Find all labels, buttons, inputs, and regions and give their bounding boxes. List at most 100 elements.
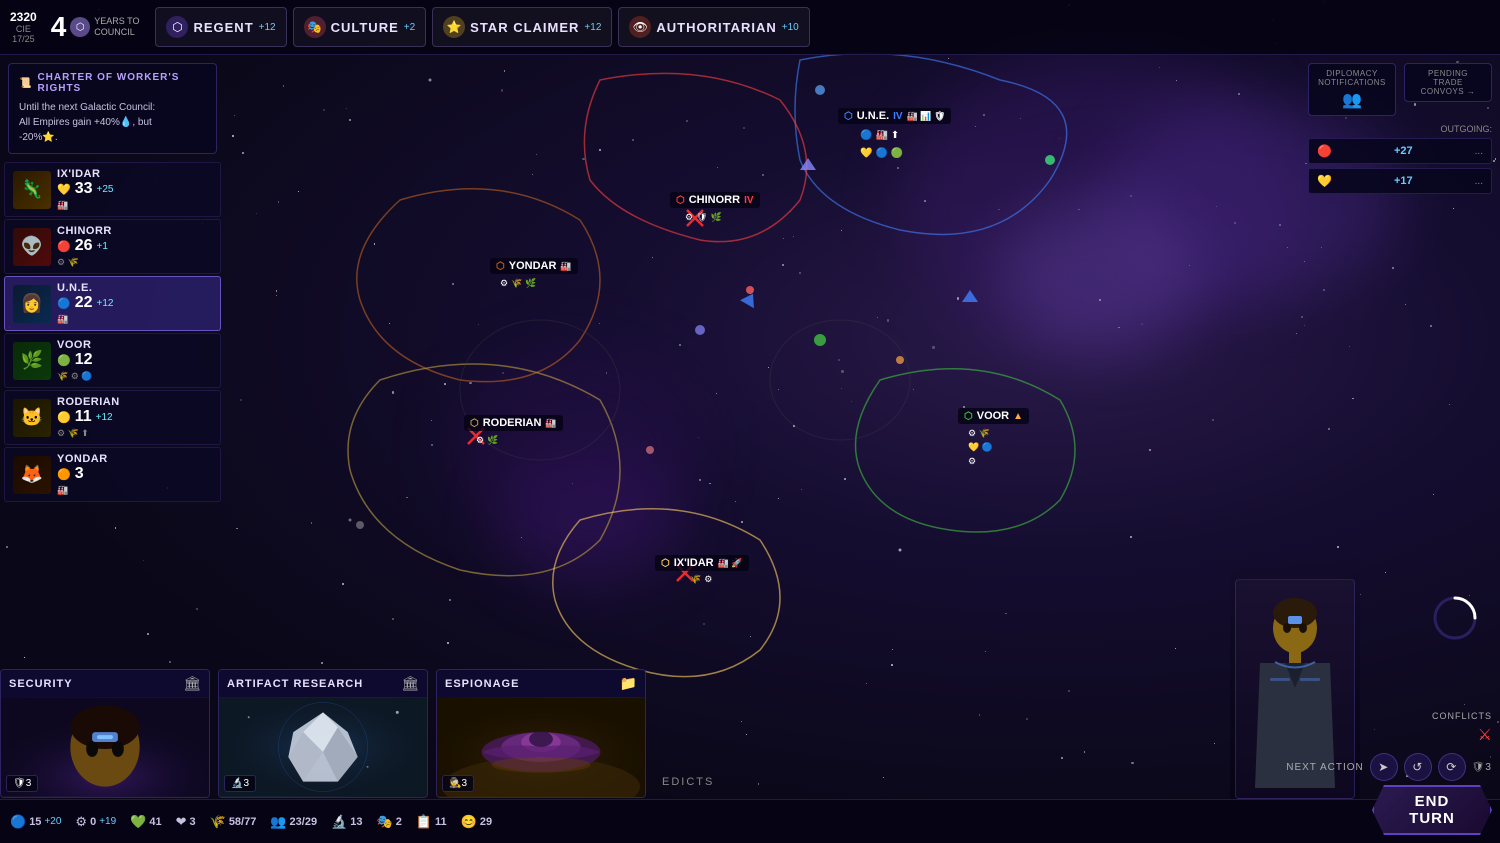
yondar-icons: ⚙🌾🌿 bbox=[500, 278, 537, 289]
refresh-btn[interactable]: ↺ bbox=[1404, 753, 1432, 781]
empire-voor[interactable]: 🌿 VOOR 🟢 12 🌾 ⚙ 🔵 bbox=[4, 333, 221, 388]
authoritarian-icon: 👁 bbox=[629, 16, 651, 38]
outgoing-label: OUTGOING: bbox=[1300, 124, 1500, 138]
stat-happiness[interactable]: 😊 29 bbox=[461, 814, 492, 830]
empire-ixidar[interactable]: 🦎 IX'IDAR 💛 33 +25 🏭 bbox=[4, 162, 221, 217]
conflicts-label: CONFLICTS bbox=[1432, 711, 1492, 721]
espionage-image: 🕵3 bbox=[437, 697, 645, 797]
star-claimer-icon: ⭐ bbox=[443, 16, 465, 38]
edicts-label: EDICTS bbox=[662, 776, 714, 788]
artifact-header-icon: 🏛 bbox=[401, 675, 419, 692]
map-label-une[interactable]: ⬡ U.N.E. IV 🏭 📊 🛡 bbox=[838, 108, 951, 124]
ixidar-info: IX'IDAR 💛 33 +25 🏭 bbox=[57, 168, 212, 211]
security-card[interactable]: SECURITY 🏛 bbox=[0, 669, 210, 798]
map-label-chinorr[interactable]: ⬡ CHINORR IV bbox=[670, 192, 760, 208]
ixidar-avatar: 🦎 bbox=[13, 171, 51, 209]
stat-credits[interactable]: 💚 41 bbox=[130, 814, 161, 830]
empire-list: 🦎 IX'IDAR 💛 33 +25 🏭 👽 CHINORR 🔴 bbox=[0, 162, 225, 502]
artifact-research-card[interactable]: ARTIFACT RESEARCH 🏛 bbox=[218, 669, 428, 798]
food-icon: 🌾 bbox=[210, 814, 226, 830]
artifact-header: ARTIFACT RESEARCH 🏛 bbox=[219, 670, 427, 697]
right-panel: DIPLOMACY NOTIFICATIONS 👥 PENDING TRADE … bbox=[1300, 55, 1500, 206]
credits-icon: 💚 bbox=[130, 814, 146, 830]
artifact-badge: 🔬3 bbox=[224, 775, 256, 792]
voor-icons: ⚙ 🌾 💛 🔵 ⚙ bbox=[968, 428, 993, 467]
empire-yondar[interactable]: 🦊 YONDAR 🟠 3 🏭 bbox=[4, 447, 221, 502]
roderian-info: RODERIAN 🟡 11 +12 ⚙ 🌾 ⬆ bbox=[57, 396, 212, 439]
faction-regent[interactable]: ⬡ REGENT +12 bbox=[155, 7, 286, 47]
empire-roderian[interactable]: 🐱 RODERIAN 🟡 11 +12 ⚙ 🌾 ⬆ bbox=[4, 390, 221, 445]
chinorr-info: CHINORR 🔴 26 +1 ⚙ 🌾 bbox=[57, 225, 212, 268]
culture-icon: 🎭 bbox=[304, 16, 326, 38]
voor-avatar: 🌿 bbox=[13, 342, 51, 380]
pending-trade-button[interactable]: PENDING TRADE CONVOYS → bbox=[1404, 63, 1492, 102]
une-icons2: 💛🔵🟢 bbox=[860, 148, 903, 159]
next-action-row: NEXT ACTION ➤ ↺ ⟳ 🛡3 bbox=[1286, 753, 1492, 781]
influence-icon: 🔵 bbox=[10, 814, 26, 830]
empire-chinorr[interactable]: 👽 CHINORR 🔴 26 +1 ⚙ 🌾 bbox=[4, 219, 221, 274]
stat-science[interactable]: 🔬 13 bbox=[331, 814, 362, 830]
espionage-card[interactable]: ESPIONAGE 📁 bbox=[436, 669, 646, 798]
une-icons: 🔵🏭⬆ bbox=[860, 130, 899, 141]
yondar-avatar: 🦊 bbox=[13, 456, 51, 494]
status-bar: 🔵 15 +20 ⚙ 0 +19 💚 41 ❤ 3 🌾 58/77 👥 23/2… bbox=[0, 799, 1500, 843]
map-label-ixidar[interactable]: ⬡ IX'IDAR 🏭 🚀 bbox=[655, 555, 749, 571]
faction-culture[interactable]: 🎭 CULTURE +2 bbox=[293, 7, 427, 47]
charter-body: Until the next Galactic Council: All Emp… bbox=[19, 100, 206, 145]
settings-btn[interactable]: ⟳ bbox=[1438, 753, 1466, 781]
bottom-right-panel: CONFLICTS ⚔ NEXT ACTION ➤ ↺ ⟳ 🛡3 ENDTURN bbox=[1278, 703, 1500, 843]
regent-icon: ⬡ bbox=[166, 16, 188, 38]
faction-star-claimer[interactable]: ⭐ STAR CLAIMER +12 bbox=[432, 7, 612, 47]
roderian-icons: ⚙🌿 bbox=[476, 435, 498, 446]
cie-display: 2320 CIE 17/25 bbox=[10, 10, 37, 44]
security-image: 🛡3 bbox=[1, 697, 209, 797]
trade-row-1[interactable]: 🔴 +27 ... bbox=[1308, 138, 1492, 164]
empire-une[interactable]: 👩 U.N.E. 🔵 22 +12 🏭 bbox=[4, 276, 221, 331]
stat-manpower[interactable]: ❤ 3 bbox=[176, 814, 196, 830]
diplomacy-header: DIPLOMACY NOTIFICATIONS 👥 PENDING TRADE … bbox=[1300, 55, 1500, 124]
trade-rows: 🔴 +27 ... 💛 +17 ... bbox=[1300, 138, 1500, 206]
charter-card[interactable]: 📜 CHARTER OF WORKER'S RIGHTS Until the n… bbox=[8, 63, 217, 154]
stat-admin[interactable]: 📋 11 bbox=[416, 814, 447, 830]
security-header: SECURITY 🏛 bbox=[1, 670, 209, 697]
une-avatar: 👩 bbox=[13, 285, 51, 323]
stat-population[interactable]: 👥 23/29 bbox=[270, 814, 317, 830]
stat-production[interactable]: ⚙ 0 +19 bbox=[75, 814, 116, 830]
espionage-header: ESPIONAGE 📁 bbox=[437, 670, 645, 697]
chinorr-icons: ⚙🛡🌿 bbox=[685, 212, 722, 223]
turn-indicator: 4 ⬡ YEARS TOCOUNCIL bbox=[51, 11, 140, 43]
faction-authoritarian[interactable]: 👁 AUTHORITARIAN +10 bbox=[618, 7, 809, 47]
charter-title: 📜 CHARTER OF WORKER'S RIGHTS bbox=[19, 72, 206, 94]
espionage-badge: 🕵3 bbox=[442, 775, 474, 792]
trade-row-2[interactable]: 💛 +17 ... bbox=[1308, 168, 1492, 194]
admin-icon: 📋 bbox=[416, 814, 432, 830]
conflict-icon: ⚔ bbox=[1478, 725, 1492, 745]
map-label-roderian[interactable]: ⬡ RODERIAN 🏭 bbox=[464, 415, 563, 431]
artifact-image: 🔬3 bbox=[219, 697, 427, 797]
production-icon: ⚙ bbox=[75, 814, 87, 830]
ixidar-icons: 🌾⚙ bbox=[690, 574, 712, 585]
stat-food[interactable]: 🌾 58/77 bbox=[210, 814, 257, 830]
une-info: U.N.E. 🔵 22 +12 🏭 bbox=[57, 282, 212, 325]
top-bar: 2320 CIE 17/25 4 ⬡ YEARS TOCOUNCIL ⬡ REG… bbox=[0, 0, 1500, 55]
chinorr-avatar: 👽 bbox=[13, 228, 51, 266]
manpower-icon: ❤ bbox=[176, 814, 187, 830]
science-icon: 🔬 bbox=[331, 814, 347, 830]
happiness-icon: 😊 bbox=[461, 814, 477, 830]
council-icon: ⬡ bbox=[70, 17, 90, 37]
stat-influence[interactable]: 🔵 15 +20 bbox=[10, 814, 61, 830]
culture-stat-icon: 🎭 bbox=[377, 814, 393, 830]
espionage-header-icon: 📁 bbox=[620, 675, 637, 692]
end-turn-button[interactable]: ENDTURN bbox=[1372, 785, 1492, 835]
map-label-yondar[interactable]: ⬡ YONDAR 🏭 bbox=[490, 258, 578, 274]
diplomacy-button[interactable]: DIPLOMACY NOTIFICATIONS 👥 bbox=[1308, 63, 1396, 116]
security-header-icon: 🏛 bbox=[183, 675, 201, 692]
roderian-avatar: 🐱 bbox=[13, 399, 51, 437]
map-label-voor[interactable]: ⬡ VOOR ▲ bbox=[958, 408, 1029, 424]
yondar-info: YONDAR 🟠 3 🏭 bbox=[57, 453, 212, 496]
navigate-icon-btn[interactable]: ➤ bbox=[1370, 753, 1398, 781]
voor-info: VOOR 🟢 12 🌾 ⚙ 🔵 bbox=[57, 339, 212, 382]
security-badge: 🛡3 bbox=[6, 775, 38, 792]
left-panel: 📜 CHARTER OF WORKER'S RIGHTS Until the n… bbox=[0, 55, 225, 504]
stat-culture[interactable]: 🎭 2 bbox=[377, 814, 402, 830]
